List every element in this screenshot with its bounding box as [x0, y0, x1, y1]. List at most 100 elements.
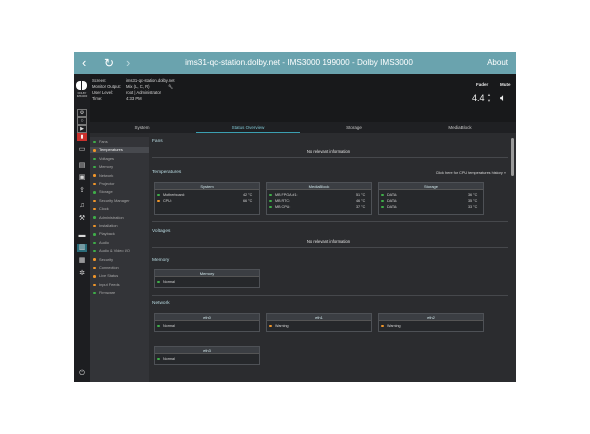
status-dot — [93, 275, 96, 278]
status-dot — [157, 280, 160, 284]
memory-heading: Memory — [152, 258, 170, 263]
panel-title: eth2 — [379, 314, 483, 321]
chevron-left-icon[interactable]: ‹ — [82, 55, 86, 71]
network-panel-eth2: eth2 Warning — [378, 313, 484, 332]
sidebar-item-playback[interactable]: Playback — [90, 231, 149, 237]
voltages-heading: Voltages — [152, 229, 171, 234]
status-dot — [93, 291, 96, 295]
logs-icon[interactable]: ▦ — [77, 257, 87, 265]
tab-mediablock[interactable]: MediaBlock — [408, 122, 512, 133]
sidebar-item-installation[interactable]: Installation — [90, 223, 149, 229]
storage-icon[interactable]: ▣ — [77, 174, 87, 182]
status-dot — [93, 266, 96, 270]
sidebar-item-connection[interactable]: Connection — [90, 265, 149, 271]
temperature-row: MB CPU: 37 °C — [267, 204, 373, 210]
fader-up-icon[interactable]: ▲ — [487, 93, 491, 97]
network-status-row: Normal — [155, 323, 261, 329]
status-dot — [381, 324, 384, 328]
sidebar-item-projector[interactable]: Projector — [90, 181, 149, 187]
divider — [152, 247, 508, 248]
sidebar-item-input-feeds[interactable]: Input Feeds — [90, 282, 149, 288]
settings-icon[interactable]: ⚙ — [77, 109, 87, 117]
sidebar-item-label: Clock — [99, 206, 109, 212]
tab-status-overview[interactable]: Status Overview — [196, 122, 300, 133]
status-dot — [269, 324, 272, 328]
sidebar-item-security-manager[interactable]: Security Manager — [90, 198, 149, 204]
fader-down-icon[interactable]: ▼ — [487, 99, 491, 103]
sidebar-item-label: Playback — [99, 231, 115, 237]
network-status-row: Warning — [379, 323, 485, 329]
scrollbar-thumb[interactable] — [511, 138, 514, 176]
sidebar-item-firmware[interactable]: Firmware — [90, 290, 149, 296]
playback-icon[interactable]: ▶ — [77, 125, 87, 133]
reload-icon[interactable]: ↻ — [104, 55, 114, 71]
sidebar-item-voltages[interactable]: Voltages — [90, 156, 149, 162]
panel-title: eth3 — [155, 347, 259, 354]
status-dot — [93, 140, 96, 144]
left-icon-bar: DOLBY IMS3000 ⚙ ○ ▶ ▮ ▭ ▤ ▣ ⇪ ♫ ⚒ ▬ ▥ ▦ … — [74, 74, 90, 382]
sidebar-item-network[interactable]: Network — [90, 173, 149, 179]
mute-label: Mute — [500, 82, 511, 87]
screen-icon[interactable]: ▭ — [77, 146, 87, 154]
cpl-icon[interactable]: ▮ — [77, 133, 87, 141]
fans-heading: Fans — [152, 139, 163, 144]
chevron-right-icon[interactable]: › — [126, 55, 130, 71]
status-dot — [93, 157, 96, 161]
tab-bar: System Status Overview Storage MediaBloc… — [90, 122, 516, 133]
fader-value[interactable]: 4.4 — [472, 93, 485, 103]
status-dot — [93, 165, 96, 169]
sidebar-item-administration[interactable]: Administration — [90, 215, 149, 221]
panel-title: Storage — [379, 183, 483, 190]
cpu-temperature-history-link[interactable]: Click here for CPU temperatures history … — [436, 171, 506, 175]
monitor-icon[interactable]: ▬ — [77, 232, 87, 240]
divider — [152, 221, 508, 222]
wrench-small-icon[interactable]: 🔧︎ — [168, 84, 173, 90]
status-dot — [93, 199, 96, 203]
power-icon[interactable]: ⏻ — [77, 370, 87, 378]
speaker-icon[interactable]: 🔈︎ — [500, 93, 506, 104]
tab-storage[interactable]: Storage — [302, 122, 406, 133]
status-icon[interactable]: ▥ — [77, 244, 87, 252]
library-icon[interactable]: ▤ — [77, 162, 87, 170]
temperature-panel-mediablock: MediaBlock MB FPGA #1: 51 °C MB RTC: 46 … — [266, 182, 372, 215]
temperature-panel-system: System Motherboard: 42 °C CPU: 66 °C — [154, 182, 260, 215]
sidebar-item-clock[interactable]: Clock — [90, 206, 149, 212]
network-status-row: Normal — [155, 356, 261, 362]
sidebar-item-storage[interactable]: Storage — [90, 189, 149, 195]
sidebar-item-live-status[interactable]: Live Status — [90, 273, 149, 279]
temperature-panel-storage: Storage DATA: 36 °C DATA: 35 °C DATA: 33… — [378, 182, 484, 215]
status-dot — [157, 324, 160, 328]
window-title: ims31-qc-station.dolby.net - IMS3000 199… — [185, 58, 413, 67]
sidebar-item-label: Live Status — [99, 273, 119, 279]
voltages-message: No relevant information — [306, 239, 351, 244]
temperature-row: CPU: 66 °C — [155, 198, 261, 204]
sidebar-item-security[interactable]: Security — [90, 257, 149, 263]
panel-title: eth0 — [155, 314, 259, 321]
temperatures-heading: Temperatures — [152, 170, 182, 175]
status-dot — [93, 216, 96, 219]
sidebar-item-audio-video-i-o[interactable]: Audio & Video I/O — [90, 248, 149, 254]
status-dot — [93, 207, 96, 211]
gear-icon[interactable]: ○ — [77, 117, 87, 125]
sidebar-item-label: Connection — [99, 265, 119, 270]
sidebar-item-label: Projector — [99, 181, 115, 186]
settings-gear-icon[interactable]: ✲ — [77, 270, 87, 278]
sidebar-item-label: Firmware — [99, 290, 116, 296]
tab-system[interactable]: System — [90, 122, 194, 133]
upload-icon[interactable]: ⇪ — [77, 187, 87, 195]
sidebar-item-label: Network — [99, 172, 114, 178]
sidebar-item-temperatures[interactable]: Temperatures — [90, 147, 149, 154]
status-dot — [269, 193, 272, 197]
sidebar-item-fans[interactable]: Fans — [90, 139, 149, 145]
sidebar-item-audio[interactable]: Audio — [90, 240, 149, 246]
about-link[interactable]: About — [487, 57, 508, 69]
network-status-row: Warning — [267, 323, 373, 329]
sidebar-item-memory[interactable]: Memory — [90, 164, 149, 170]
status-dot — [269, 205, 272, 209]
divider — [152, 295, 508, 296]
network-panel-eth1: eth1 Warning — [266, 313, 372, 332]
fans-message: No relevant information — [306, 149, 351, 154]
music-icon[interactable]: ♫ — [77, 202, 87, 210]
panel-title: Memory — [155, 270, 259, 277]
wrench-icon[interactable]: ⚒ — [77, 215, 87, 223]
